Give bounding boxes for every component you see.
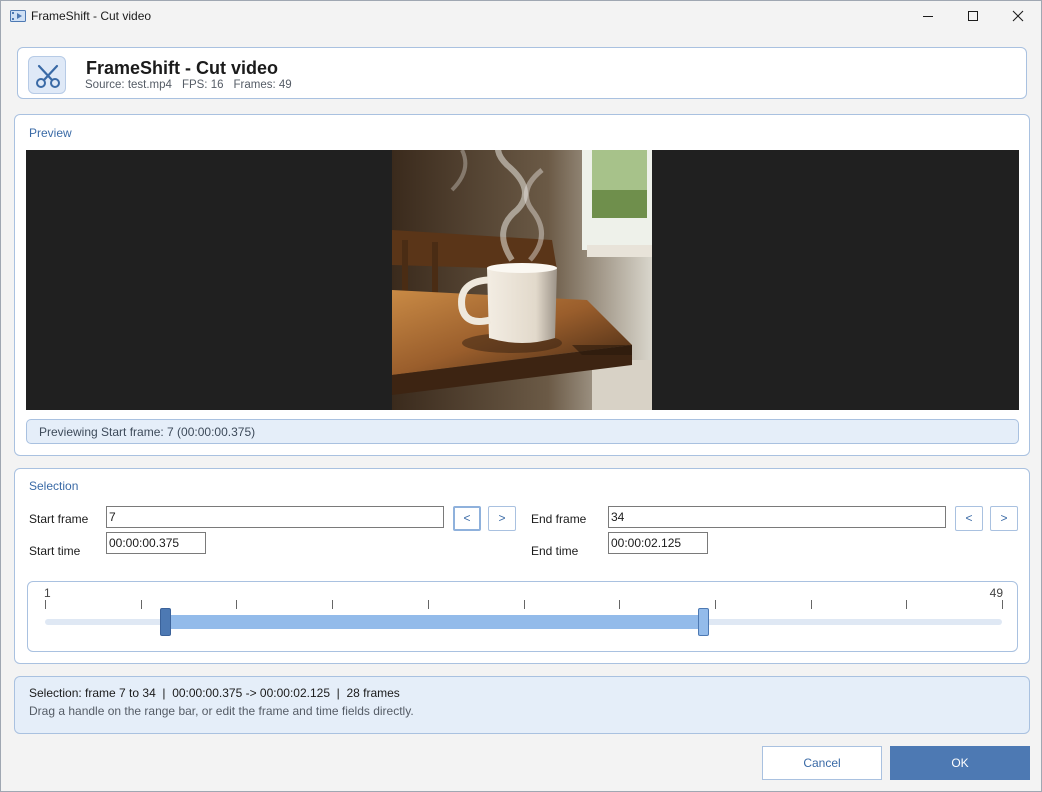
source-label: Source: test.mp4 <box>85 79 172 91</box>
range-end-handle[interactable] <box>697 608 709 636</box>
range-tick <box>427 600 429 609</box>
dialog-title: FrameShift - Cut video <box>86 58 279 78</box>
selection-label: Selection <box>29 479 79 493</box>
range-start-handle[interactable] <box>159 608 171 636</box>
preview-status-text: Previewing Start frame: 7 (00:00:00.375) <box>39 425 256 439</box>
start-frame-input[interactable]: 7 <box>106 506 444 528</box>
window-title: FrameShift - Cut video <box>31 9 152 23</box>
cancel-button[interactable]: Cancel <box>762 746 882 780</box>
range-tick <box>236 600 238 609</box>
title-bar: FrameShift - Cut video <box>1 1 1041 31</box>
end-prev-frame-button[interactable]: < <box>955 506 983 531</box>
frames-label: Frames: 49 <box>233 79 292 91</box>
end-frame-input[interactable]: 34 <box>608 506 946 528</box>
start-time-input[interactable]: 00:00:00.375 <box>106 532 206 554</box>
preview-frame-image <box>392 150 652 410</box>
maximize-button[interactable] <box>950 1 996 31</box>
start-time-label: Start time <box>29 544 81 558</box>
range-tick <box>523 600 525 609</box>
end-next-frame-button[interactable]: > <box>990 506 1018 531</box>
start-frame-label: Start frame <box>29 512 89 526</box>
preview-status-bar: Previewing Start frame: 7 (00:00:00.375) <box>26 419 1019 444</box>
minimize-button[interactable] <box>905 1 951 31</box>
scissors-icon <box>28 56 66 94</box>
ok-button[interactable]: OK <box>890 746 1030 780</box>
selection-info-panel: Selection: frame 7 to 34 | 00:00:00.375 … <box>14 676 1030 734</box>
end-time-label: End time <box>531 544 579 558</box>
maximize-icon <box>968 11 978 21</box>
range-tick <box>714 600 716 609</box>
range-tick <box>810 600 812 609</box>
range-selected-fill <box>164 615 703 629</box>
range-tick <box>45 600 46 609</box>
start-prev-frame-button[interactable]: < <box>453 506 481 531</box>
close-icon <box>1012 10 1024 22</box>
end-time-input[interactable]: 00:00:02.125 <box>608 532 708 554</box>
header-panel: FrameShift - Cut video Source: test.mp4 F… <box>17 47 1027 99</box>
video-metadata: Source: test.mp4 FPS: 16 Frames: 49 <box>85 79 302 91</box>
range-tick <box>140 600 142 609</box>
range-tick <box>906 600 908 609</box>
selection-summary: Selection: frame 7 to 34 | 00:00:00.375 … <box>29 686 400 700</box>
range-min-label: 1 <box>44 586 51 600</box>
close-button[interactable] <box>995 1 1041 31</box>
selection-hint: Drag a handle on the range bar, or edit … <box>29 704 414 718</box>
frame-range-slider[interactable]: 1 49 <box>27 581 1018 652</box>
minimize-icon <box>923 16 933 17</box>
range-tick <box>332 600 334 609</box>
cut-video-dialog: FrameShift - Cut video FrameShift - Cut … <box>0 0 1042 792</box>
preview-label: Preview <box>29 126 72 140</box>
start-next-frame-button[interactable]: > <box>488 506 516 531</box>
preview-group: Preview Previewing Start frame: 7 (00:00… <box>14 114 1030 456</box>
range-max-label: 49 <box>989 586 1003 600</box>
range-tick <box>1002 600 1003 609</box>
end-frame-label: End frame <box>531 512 587 526</box>
preview-viewport <box>26 150 1019 410</box>
app-film-icon <box>10 9 26 23</box>
range-tick <box>619 600 621 609</box>
selection-group: Selection Start frame 7 < > Start time 0… <box>14 468 1030 664</box>
fps-label: FPS: 16 <box>181 79 224 91</box>
